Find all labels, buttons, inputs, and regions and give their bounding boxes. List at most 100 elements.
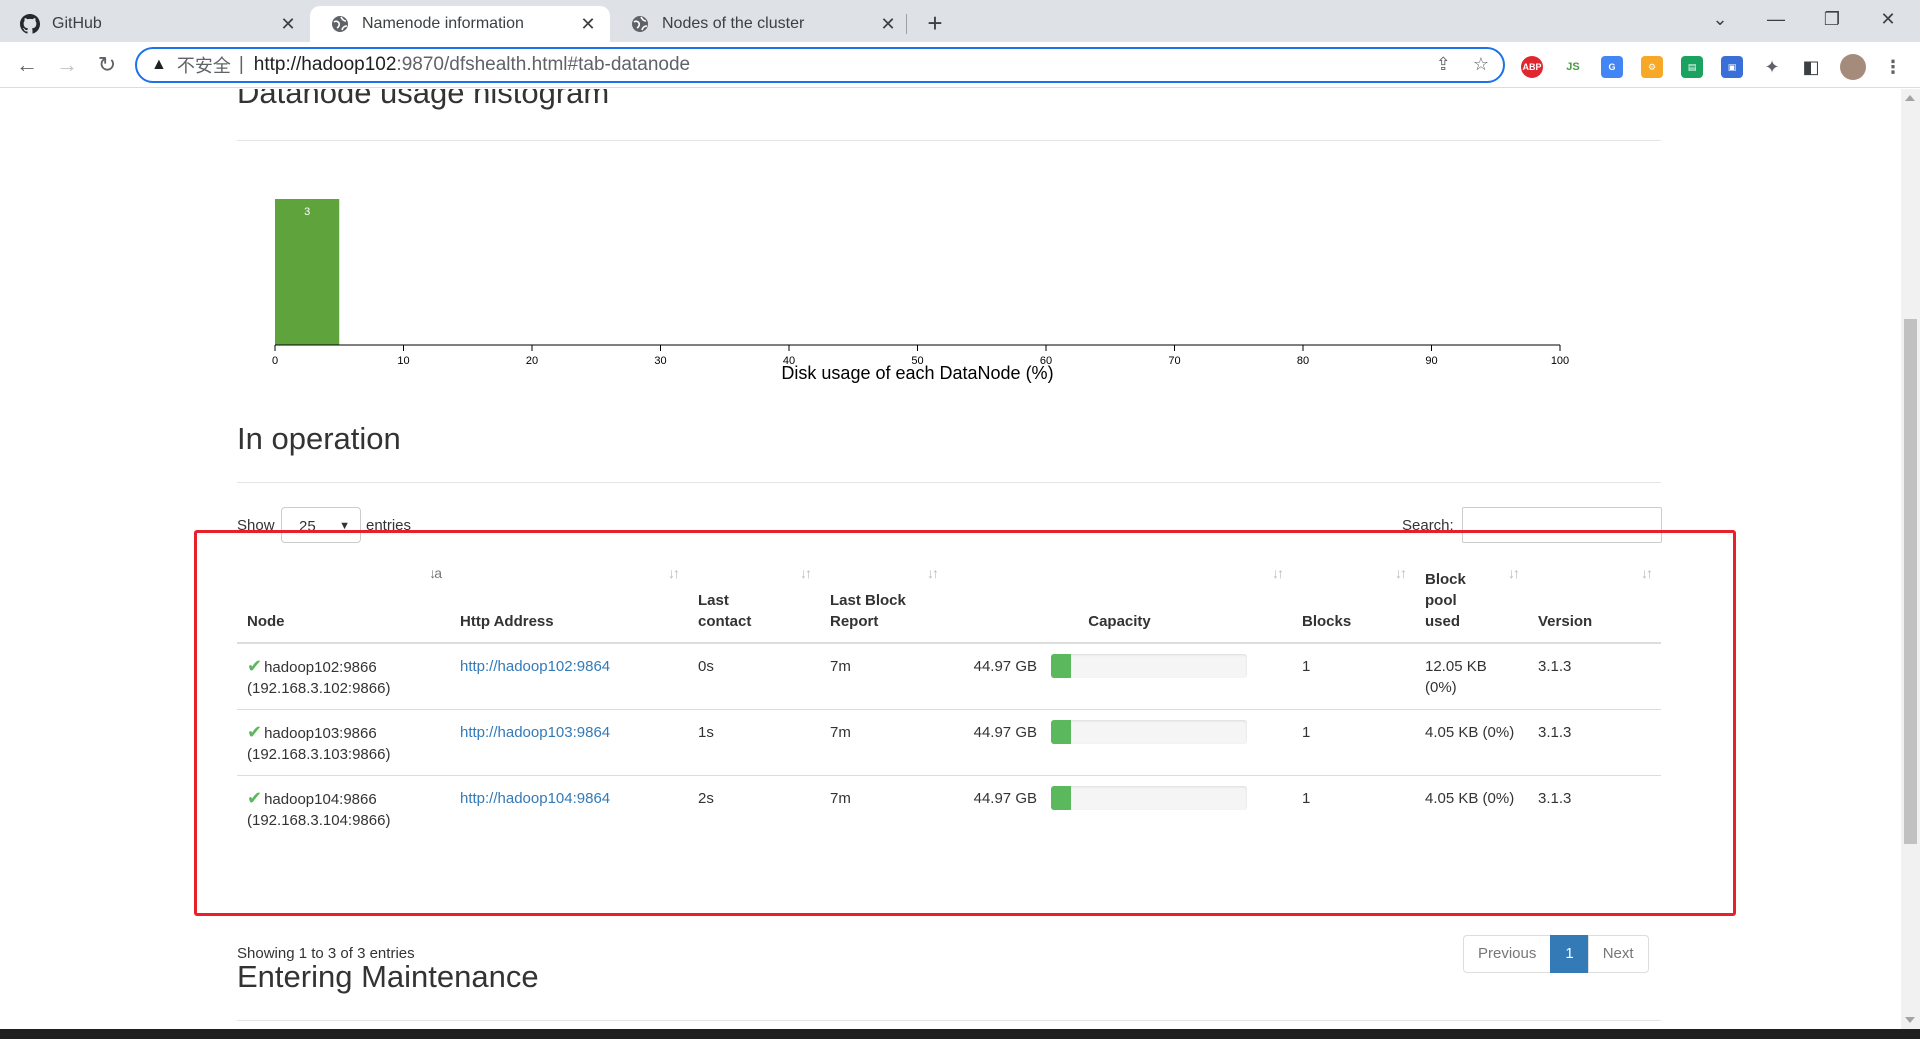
sort-icon[interactable]: ↓↑ <box>800 563 812 584</box>
node-ip: (192.168.3.102:9866) <box>247 680 391 697</box>
cell-capacity: 44.97 GB <box>947 775 1292 841</box>
settings-extension-icon[interactable]: ⚙ <box>1641 56 1663 78</box>
scroll-up-icon[interactable] <box>1905 95 1915 101</box>
sort-icon[interactable]: ↓↑ <box>927 563 939 584</box>
tab-nodes-of-cluster[interactable]: Nodes of the cluster ✕ <box>610 6 910 42</box>
cell-block-pool-used: 4.05 KB (0%) <box>1415 775 1528 841</box>
cell-last-contact: 2s <box>688 775 820 841</box>
divider <box>237 140 1661 141</box>
cell-node: ✔ hadoop103:9866 (192.168.3.103:9866) <box>237 709 450 776</box>
side-panel-icon[interactable]: ◧ <box>1800 56 1822 78</box>
histogram-bar <box>275 199 340 345</box>
reload-button[interactable]: ↻ <box>92 50 122 80</box>
table-row: ✔ hadoop102:9866 (192.168.3.102:9866) http… <box>237 643 1661 710</box>
histogram-heading: Datanode usage histogram <box>237 89 610 110</box>
node-name: hadoop103:9866 <box>264 725 377 742</box>
menu-kebab-icon[interactable]: ⋮ <box>1882 56 1904 78</box>
scrollbar-thumb[interactable] <box>1904 319 1917 844</box>
tab-separator <box>906 14 907 34</box>
sort-asc-icon[interactable]: ↓a <box>429 563 442 584</box>
cell-version: 3.1.3 <box>1538 658 1572 675</box>
x-tick-label: 90 <box>1425 355 1437 367</box>
sort-icon[interactable]: ↓↑ <box>1641 563 1653 584</box>
x-tick-label: 0 <box>272 355 278 367</box>
col-node[interactable]: Node ↓a <box>237 543 450 644</box>
http-address-link[interactable]: http://hadoop104:9864 <box>460 790 610 807</box>
close-icon[interactable]: ✕ <box>578 14 598 34</box>
close-window-button[interactable]: ✕ <box>1868 4 1908 34</box>
sort-icon[interactable]: ↓↑ <box>1508 563 1520 584</box>
tab-github[interactable]: GitHub ✕ <box>0 6 310 42</box>
table-header-row: Node ↓a Http Address ↓↑ Last contact ↓↑ Las… <box>237 543 1661 644</box>
check-icon: ✔ <box>247 656 263 676</box>
col-http-address[interactable]: Http Address ↓↑ <box>450 543 688 644</box>
datanode-usage-histogram: 30 10 20 30 40 50 60 70 80 90 100Disk usage of eac… <box>272 199 1569 383</box>
javascript-extension-icon[interactable]: JS <box>1562 56 1584 78</box>
restore-button[interactable]: ❐ <box>1812 4 1852 34</box>
entering-maintenance-heading: Entering Maintenance <box>237 959 539 994</box>
col-label: Http Address <box>460 613 554 630</box>
new-tab-button[interactable]: + <box>920 8 950 38</box>
col-capacity[interactable]: Capacity ↓↑ <box>947 543 1292 644</box>
close-icon[interactable]: ✕ <box>278 14 298 34</box>
previous-page-button[interactable]: Previous <box>1463 935 1552 973</box>
capacity-bar <box>1051 786 1247 810</box>
sort-icon[interactable]: ↓↑ <box>1395 563 1407 584</box>
col-label: Node <box>247 613 285 630</box>
capacity-value: 44.97 GB <box>973 658 1037 675</box>
divider <box>237 1020 1661 1021</box>
cell-blocks: 1 <box>1302 658 1311 675</box>
col-label: Capacity <box>1088 613 1151 630</box>
tab-title: Namenode information <box>362 15 524 32</box>
page-1-button[interactable]: 1 <box>1550 935 1589 973</box>
adblock-extension-icon[interactable]: ABP <box>1521 56 1543 78</box>
document-extension-icon[interactable]: ▤ <box>1681 56 1703 78</box>
tab-namenode-information[interactable]: Namenode information ✕ <box>310 6 610 42</box>
pagination: Previous 1 Next <box>1463 935 1649 973</box>
x-tick-label: 80 <box>1297 355 1309 367</box>
cell-blocks: 1 <box>1292 709 1415 776</box>
col-block-pool-used[interactable]: Block pool used ↓↑ <box>1415 543 1528 644</box>
insecure-label[interactable]: 不安全 <box>177 52 231 78</box>
translate-extension-icon[interactable]: G <box>1601 56 1623 78</box>
col-label: Blocks <box>1302 613 1352 630</box>
url-host: http://hadoop102 <box>253 54 397 75</box>
x-axis-label: Disk usage of each DataNode (%) <box>781 363 1053 383</box>
cell-last-block-report: 7m <box>820 709 947 776</box>
save-extension-icon[interactable]: ▣ <box>1721 56 1743 78</box>
cell-last-block-report: 7m <box>830 658 851 675</box>
col-label: Version <box>1538 613 1593 630</box>
sort-icon[interactable]: ↓↑ <box>1272 563 1284 584</box>
extensions-puzzle-icon[interactable]: ✦ <box>1761 56 1783 78</box>
bookmark-star-icon[interactable]: ☆ <box>1473 54 1489 75</box>
capacity-value: 44.97 GB <box>973 790 1037 807</box>
cell-last-contact: 0s <box>698 658 714 675</box>
minimize-button[interactable]: — <box>1756 4 1796 34</box>
col-blocks[interactable]: Blocks ↓↑ <box>1292 543 1415 644</box>
page-viewport: Datanode usage histogram 3 0 10 20 30 40 50 60 7… <box>0 89 1901 1029</box>
scroll-down-icon[interactable] <box>1905 1017 1915 1023</box>
back-button[interactable]: ← <box>12 50 42 80</box>
col-version[interactable]: Version ↓↑ <box>1528 543 1661 644</box>
col-last-contact[interactable]: Last contact ↓↑ <box>688 543 820 644</box>
tab-search-icon[interactable]: ⌄ <box>1700 4 1740 34</box>
http-address-link[interactable]: http://hadoop102:9864 <box>460 658 610 675</box>
forward-button[interactable]: → <box>52 50 82 80</box>
address-bar[interactable]: ▲ 不安全 | http://hadoop102:9870/dfshealth.… <box>135 47 1505 83</box>
table-row: ✔ hadoop103:9866 (192.168.3.103:9866) http… <box>237 709 1661 776</box>
col-last-block-report[interactable]: Last Block Report ↓↑ <box>820 543 947 644</box>
cell-version: 3.1.3 <box>1528 709 1661 776</box>
sort-icon[interactable]: ↓↑ <box>668 563 680 584</box>
url-path: :9870/dfshealth.html#tab-datanode <box>396 54 691 75</box>
http-address-link[interactable]: http://hadoop103:9864 <box>460 724 610 741</box>
capacity-bar <box>1051 654 1247 678</box>
profile-avatar[interactable] <box>1840 54 1866 80</box>
next-page-button[interactable]: Next <box>1587 935 1649 973</box>
close-icon[interactable]: ✕ <box>878 14 898 34</box>
page-scrollbar[interactable] <box>1901 89 1920 1029</box>
x-tick-label: 70 <box>1168 355 1180 367</box>
share-icon[interactable]: ⇪ <box>1436 54 1451 75</box>
warning-icon[interactable]: ▲ <box>151 56 167 74</box>
capacity-bar-fill <box>1051 720 1071 744</box>
node-ip: (192.168.3.104:9866) <box>247 812 391 829</box>
